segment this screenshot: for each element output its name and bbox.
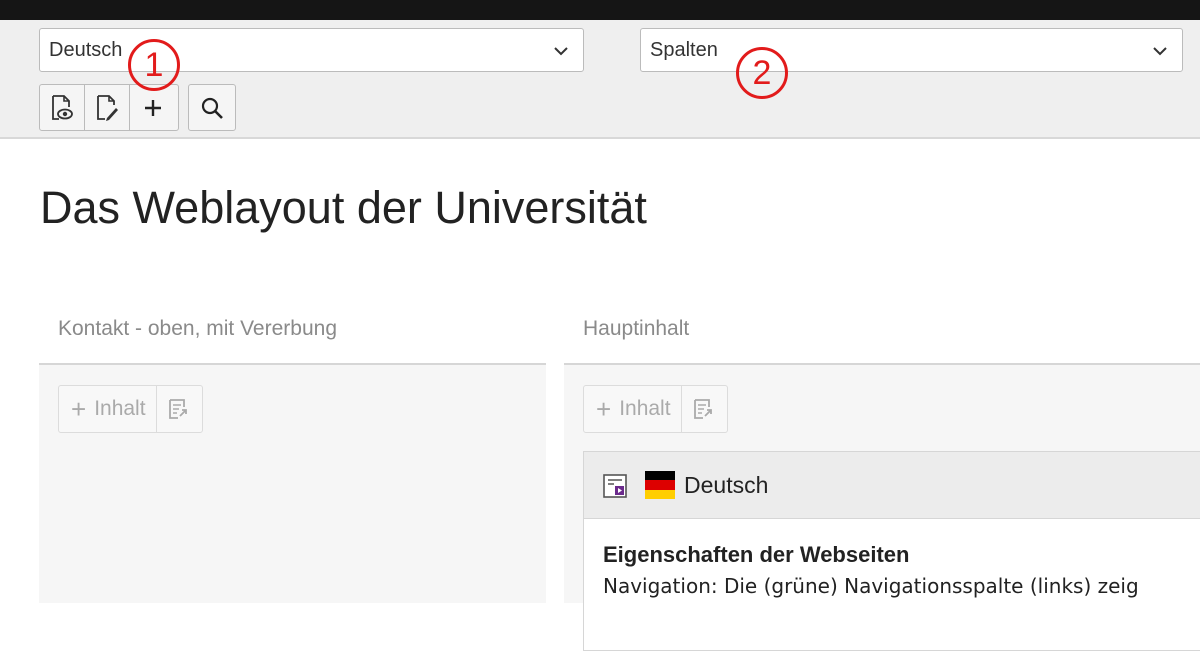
content-element-title: Eigenschaften der Webseiten (603, 542, 910, 567)
chevron-down-icon (554, 47, 568, 56)
view-mode-select-value: Spalten (650, 39, 718, 61)
view-page-button[interactable] (40, 85, 85, 130)
column-header-kontakt: Kontakt - oben, mit Vererbung (58, 317, 337, 340)
paste-icon (694, 399, 712, 419)
annotation-marker-2: 2 (736, 47, 788, 99)
plus-icon (144, 99, 161, 116)
edit-page-icon (97, 94, 118, 121)
doc-header: Deutsch Spalten 1 2 (0, 20, 1200, 139)
view-page-icon (52, 94, 73, 120)
content-element-icon (603, 474, 627, 498)
column-hauptinhalt: + Inhalt Deutsch Eigenschaften der Webse… (564, 363, 1200, 651)
chevron-down-icon (1153, 47, 1167, 56)
annotation-marker-1: 1 (128, 39, 180, 91)
content-element-text: Navigation: Die (grüne) Navigationsspalt… (603, 574, 1139, 598)
column-kontakt: + Inhalt (39, 363, 546, 603)
plus-icon: + (596, 394, 612, 424)
content-element-card[interactable]: Deutsch Eigenschaften der Webseiten Navi… (583, 451, 1200, 651)
column-header-hauptinhalt: Hauptinhalt (583, 317, 690, 340)
german-flag-icon (645, 471, 675, 499)
add-content-group: + Inhalt (583, 385, 728, 433)
add-content-button[interactable]: + Inhalt (59, 386, 157, 432)
page-title: Das Weblayout der Universität (40, 182, 647, 233)
language-select[interactable]: Deutsch (39, 28, 584, 72)
edit-page-button[interactable] (85, 85, 130, 130)
search-button[interactable] (189, 85, 234, 130)
new-content-button[interactable] (130, 85, 175, 130)
paste-button[interactable] (682, 386, 727, 432)
add-content-label: Inhalt (619, 397, 671, 420)
add-content-group: + Inhalt (58, 385, 203, 433)
search-group (188, 84, 236, 131)
add-content-button[interactable]: + Inhalt (584, 386, 682, 432)
paste-button[interactable] (157, 386, 202, 432)
add-content-label: Inhalt (94, 397, 146, 420)
search-icon (201, 97, 223, 119)
top-bar (0, 0, 1200, 20)
paste-icon (169, 399, 187, 419)
content-element-header: Deutsch (584, 452, 1200, 519)
plus-icon: + (71, 394, 87, 424)
view-mode-select[interactable]: Spalten (640, 28, 1183, 72)
content-language-label: Deutsch (684, 472, 769, 498)
language-select-value: Deutsch (49, 39, 123, 61)
page-actions-group (39, 84, 179, 131)
